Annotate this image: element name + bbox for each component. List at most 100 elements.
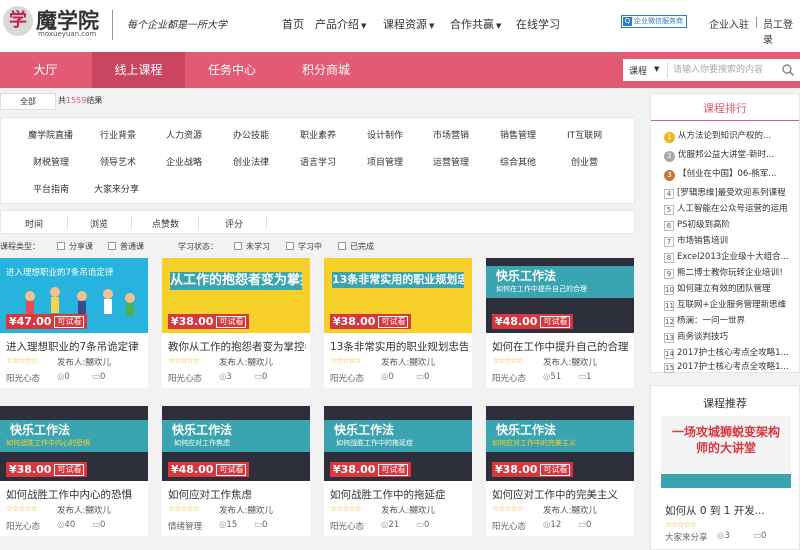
ranking-item[interactable]: 9 熊二博士教你玩转企业培训！ xyxy=(664,266,799,279)
course-card[interactable]: 快乐工作法 如何在工作中提升自己的合理 ¥48.00 可试看 如何在工作中提升自己… xyxy=(486,258,634,388)
recommend-course-title[interactable]: 如何从 0 到 1 开发... xyxy=(665,503,797,518)
ranking-item[interactable]: 13 商务谈判技巧 xyxy=(664,330,799,343)
category-item[interactable]: 市场营销 xyxy=(433,128,469,141)
category-item[interactable]: 魔学院直播 xyxy=(28,128,73,141)
ranking-item[interactable]: 10 如何建立有效的团队管理 xyxy=(664,282,799,295)
ranking-item[interactable]: 8 Excel2013企业级十大组合... xyxy=(664,250,799,263)
nav-online-learning[interactable]: 在线学习 xyxy=(516,16,560,32)
studying-label[interactable]: 学习中 xyxy=(298,241,322,252)
course-title[interactable]: 如何战胜工作中的拖延症 xyxy=(330,487,468,502)
recommend-thumbnail[interactable]: 一场攻城狮蜕变架构师的大讲堂 xyxy=(661,416,791,488)
studying-checkbox[interactable] xyxy=(286,242,294,250)
course-title[interactable]: 教你从工作的抱怨者变为掌控者 xyxy=(168,339,306,354)
sort-time[interactable]: 时间 xyxy=(25,217,43,230)
completed-label[interactable]: 已完成 xyxy=(350,241,374,252)
nav-cooperation[interactable]: 合作共赢 ▼ xyxy=(450,16,501,32)
nav-products[interactable]: 产品介绍 ▼ xyxy=(315,16,366,32)
category-item[interactable]: 人力资源 xyxy=(166,128,202,141)
course-thumbnail[interactable]: 快乐工作法 如何在工作中提升自己的合理 ¥48.00 可试看 xyxy=(486,258,634,333)
category-item[interactable]: 领导艺术 xyxy=(100,155,136,168)
divider xyxy=(667,62,668,78)
course-card[interactable]: 快乐工作法 如何应对工作中的完美主义 ¥38.00 可试看 如何应对工作中的完美主… xyxy=(486,406,634,536)
nav-course-resources[interactable]: 课程资源 ▼ xyxy=(383,16,434,32)
ranking-item[interactable]: 15 2017护士核心考点全攻略1... xyxy=(664,360,799,373)
logo-icon[interactable]: 学 xyxy=(3,6,33,36)
ranking-item[interactable]: 1 从方法论到知识产权的... xyxy=(664,129,799,143)
ranking-item[interactable]: 14 2017护士核心考点全攻略1... xyxy=(664,346,799,359)
course-title[interactable]: 进入理想职业的7条吊诡定律 xyxy=(6,339,144,354)
comment-icon: ▭ xyxy=(254,372,263,382)
course-card[interactable]: 快乐工作法 如何战胜工作中内心的恐惧 ¥38.00 可试看 如何战胜工作中内心的恐… xyxy=(0,406,148,536)
course-title[interactable]: 如何应对工作焦虑 xyxy=(168,487,306,502)
sort-views[interactable]: 浏览 xyxy=(90,217,108,230)
normal-course-checkbox[interactable] xyxy=(108,242,116,250)
search-category-select[interactable]: 课程 xyxy=(629,64,647,77)
category-item[interactable]: 平台指南 xyxy=(33,182,69,195)
category-item[interactable]: 设计制作 xyxy=(367,128,403,141)
category-item[interactable]: IT互联网 xyxy=(567,128,602,141)
slogan: 每个企业都是一所大学 xyxy=(127,20,227,31)
comment-count: ▭0 xyxy=(254,520,268,530)
course-thumbnail[interactable]: 13条非常实用的职业规划忠告 ¥38.00可试看 xyxy=(324,258,472,333)
course-thumbnail[interactable]: 从工作的抱怨者变为掌控者 ¥38.00可试看 xyxy=(162,258,310,333)
ranking-item[interactable]: 7 市场销售培训 xyxy=(664,234,799,247)
search-icon[interactable] xyxy=(781,63,795,77)
service-badge[interactable]: Q 企业微信服务商 xyxy=(621,15,687,28)
course-card[interactable]: 13条非常实用的职业规划忠告 ¥38.00可试看 13条非常实用的职业规划忠告 … xyxy=(324,258,472,388)
course-title[interactable]: 如何应对工作中的完美主义 xyxy=(492,487,630,502)
ranking-item[interactable]: 12 杨澜：一问一世界 xyxy=(664,314,799,327)
completed-checkbox[interactable] xyxy=(338,242,346,250)
course-title[interactable]: 13条非常实用的职业规划忠告 xyxy=(330,339,468,354)
category-item[interactable]: 项目管理 xyxy=(367,155,403,168)
enterprise-login-link[interactable]: 企业入驻 xyxy=(709,16,749,31)
course-card[interactable]: 快乐工作法 如何应对工作焦虑 ¥48.00 可试看 如何应对工作焦虑 ☆☆☆☆☆ … xyxy=(162,406,310,536)
category-item[interactable]: 财税管理 xyxy=(33,155,69,168)
ranking-item[interactable]: 3 【创业在中国】06-熊军... xyxy=(664,167,799,181)
ranking-item[interactable]: 2 优服邦公益大讲堂-新时... xyxy=(664,148,799,162)
course-thumbnail[interactable]: 快乐工作法 如何战胜工作中的拖延症 ¥38.00 可试看 xyxy=(324,406,472,481)
category-item[interactable]: 综合其他 xyxy=(500,155,536,168)
course-card[interactable]: 快乐工作法 如何战胜工作中的拖延症 ¥38.00 可试看 如何战胜工作中的拖延症 … xyxy=(324,406,472,536)
ranking-item[interactable]: 6 PS初级到高阶 xyxy=(664,218,799,231)
chevron-down-icon[interactable]: ▼ xyxy=(654,65,659,73)
category-item[interactable]: 语言学习 xyxy=(300,155,336,168)
not-studied-checkbox[interactable] xyxy=(234,242,242,250)
sort-rating[interactable]: 评分 xyxy=(225,217,243,230)
category-item[interactable]: 运营管理 xyxy=(433,155,469,168)
course-thumbnail[interactable]: 快乐工作法 如何应对工作中的完美主义 ¥38.00 可试看 xyxy=(486,406,634,481)
normal-course-label[interactable]: 普通课 xyxy=(120,241,144,252)
staff-login-link[interactable]: 员工登录 xyxy=(763,16,800,46)
course-thumbnail[interactable]: 快乐工作法 如何战胜工作中内心的恐惧 ¥38.00 可试看 xyxy=(0,406,148,481)
course-title[interactable]: 如何战胜工作中内心的恐惧 xyxy=(6,487,144,502)
course-thumbnail[interactable]: 进入理想职业的7条吊诡定律 ¥47.00 可试看 xyxy=(0,258,148,333)
comment-count: ▭0 xyxy=(254,372,268,382)
tab-hall[interactable]: 大厅 xyxy=(8,52,83,88)
course-card[interactable]: 从工作的抱怨者变为掌控者 ¥38.00可试看 教你从工作的抱怨者变为掌控者 ☆☆… xyxy=(162,258,310,388)
tab-online-courses[interactable]: 线上课程 xyxy=(92,52,185,88)
not-studied-label[interactable]: 未学习 xyxy=(246,241,270,252)
category-item[interactable]: 办公技能 xyxy=(233,128,269,141)
search-icon: Q xyxy=(623,17,632,26)
publisher: 发布人:嬲欢儿 xyxy=(57,358,111,368)
course-card[interactable]: 进入理想职业的7条吊诡定律 ¥47.00 可试看 进入理想职业的7条吊诡定律 ☆☆… xyxy=(0,258,148,388)
share-course-checkbox[interactable] xyxy=(57,242,65,250)
category-item[interactable]: 创业营 xyxy=(571,155,598,168)
category-item[interactable]: 创业法律 xyxy=(233,155,269,168)
tab-points-mall[interactable]: 积分商城 xyxy=(283,52,369,88)
nav-home[interactable]: 首页 xyxy=(282,16,304,32)
sort-likes[interactable]: 点赞数 xyxy=(152,217,179,230)
filter-all-button[interactable]: 全部 xyxy=(0,93,56,110)
ranking-item[interactable]: 11 互联网+企业服务管理新思维 xyxy=(664,298,799,311)
tab-task-center[interactable]: 任务中心 xyxy=(193,52,271,88)
category-item[interactable]: 销售管理 xyxy=(500,128,536,141)
category-item[interactable]: 企业战略 xyxy=(166,155,202,168)
ranking-item[interactable]: 4 [罗辑思维]最受欢迎系列课程 xyxy=(664,186,799,199)
course-thumbnail[interactable]: 快乐工作法 如何应对工作焦虑 ¥48.00 可试看 xyxy=(162,406,310,481)
course-title[interactable]: 如何在工作中提升自己的合理 xyxy=(492,339,630,354)
search-input[interactable] xyxy=(673,63,777,77)
category-item[interactable]: 行业背景 xyxy=(100,128,136,141)
category-item[interactable]: 职业素养 xyxy=(300,128,336,141)
ranking-item[interactable]: 5 人工智能在公众号运营的运用 xyxy=(664,202,799,215)
share-course-label[interactable]: 分享课 xyxy=(69,241,93,252)
category-item[interactable]: 大家来分享 xyxy=(94,182,139,195)
